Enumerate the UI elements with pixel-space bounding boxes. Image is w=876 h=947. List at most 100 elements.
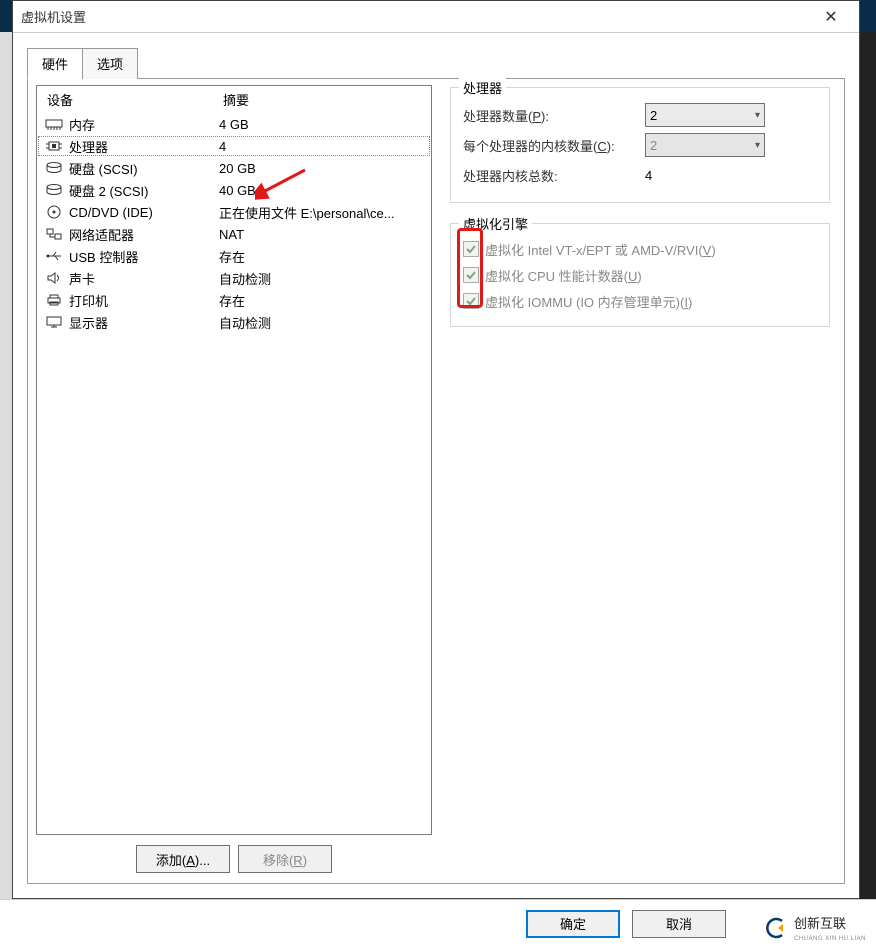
vt-checkbox[interactable] [463, 241, 479, 257]
sound-icon [43, 270, 65, 286]
usb-icon [43, 248, 65, 264]
hdd-icon [43, 160, 65, 176]
cpu-icon [43, 138, 65, 154]
proc-count-label: 处理器数量(P): [463, 106, 645, 125]
left-pane: 设备 摘要 内存4 GB处理器4硬盘 (SCSI)20 GB硬盘 2 (SCSI… [28, 79, 436, 883]
device-row[interactable]: 处理器4 [37, 135, 431, 157]
col-summary: 摘要 [223, 90, 421, 109]
dialog-client: 硬件 选项 设备 摘要 内存4 GB处理器4硬盘 (SCSI)20 GB硬盘 2… [13, 33, 859, 898]
chevron-down-icon: ▾ [755, 140, 760, 151]
device-name: 硬盘 (SCSI) [69, 159, 219, 178]
device-summary: 自动检测 [219, 269, 425, 288]
device-row[interactable]: 内存4 GB [37, 113, 431, 135]
ok-button-label: 确定 [560, 914, 586, 933]
check-icon [465, 295, 477, 307]
close-icon: ✕ [824, 7, 837, 27]
cancel-button[interactable]: 取消 [632, 910, 726, 938]
virt-engine-group: 虚拟化引擎 虚拟化 Intel VT-x/EPT 或 AMD-V/RVI(V) … [450, 223, 830, 327]
device-summary: 存在 [219, 291, 425, 310]
device-row[interactable]: 打印机存在 [37, 289, 431, 311]
device-summary: 存在 [219, 247, 425, 266]
device-name: 处理器 [69, 137, 219, 156]
device-row[interactable]: 硬盘 2 (SCSI)40 GB [37, 179, 431, 201]
device-list: 设备 摘要 内存4 GB处理器4硬盘 (SCSI)20 GB硬盘 2 (SCSI… [36, 85, 432, 835]
device-name: 声卡 [69, 269, 219, 288]
device-summary: 40 GB [219, 183, 425, 198]
virt-engine-title: 虚拟化引擎 [459, 214, 532, 233]
device-name: 硬盘 2 (SCSI) [69, 181, 219, 200]
device-name: 显示器 [69, 313, 219, 332]
total-cores-value: 4 [645, 168, 817, 183]
device-list-header: 设备 摘要 [37, 86, 431, 113]
device-row[interactable]: 显示器自动检测 [37, 311, 431, 333]
vt-row: 虚拟化 Intel VT-x/EPT 或 AMD-V/RVI(V) [463, 236, 817, 262]
device-summary: 20 GB [219, 161, 425, 176]
remove-button[interactable]: 移除(R) [238, 845, 332, 873]
proc-count-select[interactable]: 2 ▾ [645, 103, 765, 127]
cores-per-proc-label: 每个处理器的内核数量(C): [463, 136, 645, 155]
tab-hardware[interactable]: 硬件 [27, 48, 83, 79]
device-row[interactable]: 声卡自动检测 [37, 267, 431, 289]
device-name: 内存 [69, 115, 219, 134]
device-summary: 4 [219, 139, 425, 154]
device-name: USB 控制器 [69, 247, 219, 266]
check-icon [465, 243, 477, 255]
add-button-label: 添加(A)... [156, 850, 210, 869]
cd-icon [43, 204, 65, 220]
col-device: 设备 [47, 90, 223, 109]
iommu-row: 虚拟化 IOMMU (IO 内存管理单元)(I) [463, 288, 817, 314]
iommu-label: 虚拟化 IOMMU (IO 内存管理单元)(I) [485, 292, 692, 311]
device-summary: NAT [219, 227, 425, 242]
device-name: CD/DVD (IDE) [69, 205, 219, 220]
watermark-text: 创新互联 [794, 916, 846, 931]
cores-per-proc-value: 2 [650, 138, 657, 153]
net-icon [43, 226, 65, 242]
tab-options-label: 选项 [97, 57, 123, 72]
vt-label: 虚拟化 Intel VT-x/EPT 或 AMD-V/RVI(V) [485, 240, 716, 259]
tabs: 硬件 选项 [27, 48, 845, 79]
device-summary: 4 GB [219, 117, 425, 132]
watermark: 创新互联 CHUANG XIN HU LIAN [760, 911, 870, 945]
iommu-checkbox[interactable] [463, 293, 479, 309]
tab-content: 设备 摘要 内存4 GB处理器4硬盘 (SCSI)20 GB硬盘 2 (SCSI… [27, 78, 845, 884]
proc-count-value: 2 [650, 108, 657, 123]
display-icon [43, 314, 65, 330]
ok-button[interactable]: 确定 [526, 910, 620, 938]
vm-settings-dialog: 虚拟机设置 ✕ 硬件 选项 设备 摘要 内存4 GB处理器4硬盘 (SCSI)2… [12, 0, 860, 899]
check-icon [465, 269, 477, 281]
tab-options[interactable]: 选项 [82, 48, 138, 79]
chevron-down-icon: ▾ [755, 110, 760, 121]
cores-per-proc-field: 每个处理器的内核数量(C): 2 ▾ [463, 130, 817, 160]
remove-button-label: 移除(R) [263, 850, 307, 869]
window-title: 虚拟机设置 [21, 7, 811, 26]
dialog-footer: 确定 取消 [0, 899, 876, 947]
titlebar: 虚拟机设置 ✕ [13, 1, 859, 33]
device-row[interactable]: 硬盘 (SCSI)20 GB [37, 157, 431, 179]
watermark-logo-icon [764, 917, 790, 939]
cancel-button-label: 取消 [666, 914, 692, 933]
tab-hardware-label: 硬件 [42, 57, 68, 72]
device-summary: 自动检测 [219, 313, 425, 332]
close-button[interactable]: ✕ [811, 1, 851, 33]
processor-group-title: 处理器 [459, 78, 506, 97]
add-button[interactable]: 添加(A)... [136, 845, 230, 873]
device-name: 网络适配器 [69, 225, 219, 244]
total-cores-label: 处理器内核总数: [463, 166, 645, 185]
device-row[interactable]: CD/DVD (IDE)正在使用文件 E:\personal\ce... [37, 201, 431, 223]
right-pane: 处理器 处理器数量(P): 2 ▾ 每个处理器的内核数量(C): [436, 79, 844, 883]
cores-per-proc-select[interactable]: 2 ▾ [645, 133, 765, 157]
device-name: 打印机 [69, 291, 219, 310]
total-cores-field: 处理器内核总数: 4 [463, 160, 817, 190]
memory-icon [43, 116, 65, 132]
perf-row: 虚拟化 CPU 性能计数器(U) [463, 262, 817, 288]
device-row[interactable]: 网络适配器NAT [37, 223, 431, 245]
processor-group: 处理器 处理器数量(P): 2 ▾ 每个处理器的内核数量(C): [450, 87, 830, 203]
printer-icon [43, 292, 65, 308]
perf-label: 虚拟化 CPU 性能计数器(U) [485, 266, 642, 285]
watermark-sub: CHUANG XIN HU LIAN [794, 936, 866, 942]
proc-count-field: 处理器数量(P): 2 ▾ [463, 100, 817, 130]
perf-checkbox[interactable] [463, 267, 479, 283]
device-row[interactable]: USB 控制器存在 [37, 245, 431, 267]
hdd-icon [43, 182, 65, 198]
device-buttons: 添加(A)... 移除(R) [32, 845, 436, 873]
